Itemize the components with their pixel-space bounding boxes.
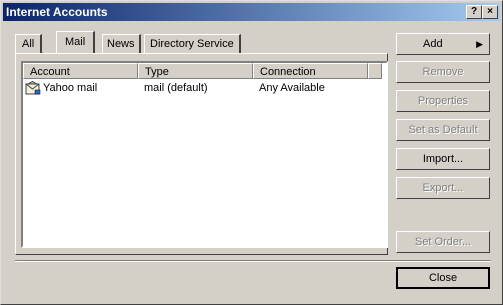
- properties-button-label: Properties: [417, 95, 469, 107]
- close-window-button[interactable]: ×: [482, 5, 498, 19]
- set-as-default-button-label: Set as Default: [408, 124, 478, 136]
- import-button-label: Import...: [422, 153, 464, 165]
- tab-directory-service[interactable]: Directory Service: [144, 34, 241, 53]
- properties-button[interactable]: Properties: [396, 90, 490, 112]
- accounts-list[interactable]: Account Type Connection Yahoo mail mail …: [21, 61, 388, 248]
- mail-account-icon: [25, 80, 41, 98]
- title-bar[interactable]: Internet Accounts ? ×: [3, 3, 500, 21]
- export-button-label: Export...: [422, 182, 464, 194]
- add-button[interactable]: Add ▶: [396, 33, 490, 55]
- divider: [15, 260, 491, 262]
- tab-all[interactable]: All: [15, 34, 43, 53]
- column-header-filler: [368, 63, 382, 79]
- set-as-default-button[interactable]: Set as Default: [396, 119, 490, 141]
- import-button[interactable]: Import...: [396, 148, 490, 170]
- internet-accounts-dialog: Internet Accounts ? × All Mail News Dire…: [0, 0, 503, 305]
- remove-button-label: Remove: [422, 66, 464, 78]
- account-type: mail (default): [144, 82, 208, 94]
- window-title: Internet Accounts: [6, 5, 108, 19]
- list-item[interactable]: Yahoo mail mail (default) Any Available: [23, 80, 382, 98]
- tab-news[interactable]: News: [102, 34, 141, 53]
- tab-mail[interactable]: Mail: [56, 31, 96, 53]
- account-connection: Any Available: [259, 82, 325, 94]
- set-order-button-label: Set Order...: [414, 236, 472, 248]
- column-header-account[interactable]: Account: [23, 63, 138, 79]
- column-header-type[interactable]: Type: [138, 63, 253, 79]
- help-button[interactable]: ?: [466, 5, 482, 19]
- set-order-button[interactable]: Set Order...: [396, 231, 490, 253]
- add-button-label: Add: [423, 38, 443, 50]
- export-button[interactable]: Export...: [396, 177, 490, 199]
- column-header-connection[interactable]: Connection: [253, 63, 368, 79]
- close-button[interactable]: Close: [396, 267, 490, 289]
- close-button-label: Close: [428, 272, 458, 284]
- account-name: Yahoo mail: [43, 82, 98, 94]
- arrow-right-icon: ▶: [476, 39, 483, 49]
- remove-button[interactable]: Remove: [396, 61, 490, 83]
